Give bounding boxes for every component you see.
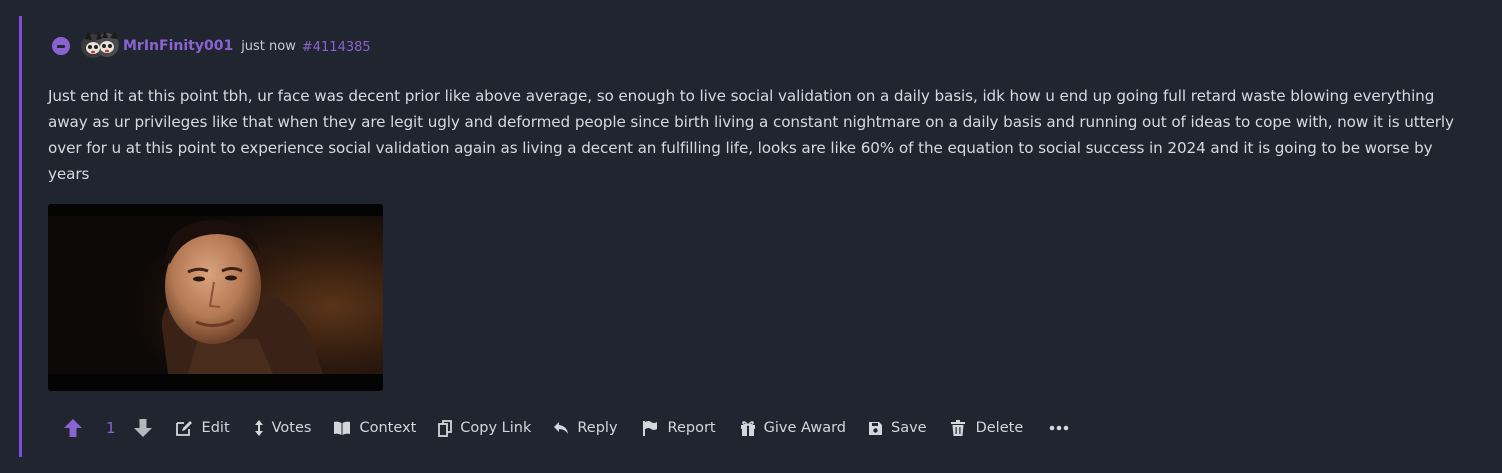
arrow-up-icon <box>64 419 82 437</box>
report-label: Report <box>667 420 716 436</box>
reply-icon <box>554 422 569 434</box>
copy-icon <box>438 419 453 437</box>
book-open-icon <box>334 421 351 435</box>
arrows-up-down-icon <box>254 420 263 436</box>
gift-icon <box>740 421 755 436</box>
copy-link-label: Copy Link <box>460 420 532 436</box>
comment: MrInFinity001 just now #4114385 Just end… <box>19 16 1482 457</box>
downvote-button[interactable] <box>132 417 154 439</box>
edit-label: Edit <box>201 420 230 436</box>
trash-icon <box>950 420 965 436</box>
save-icon <box>869 421 882 435</box>
delete-button[interactable]: Delete <box>950 420 1024 436</box>
vote-count: 1 <box>106 419 116 437</box>
minus-circle-icon <box>57 44 65 48</box>
timestamp: just now <box>241 38 296 54</box>
upvote-button[interactable] <box>62 417 84 439</box>
comment-gif[interactable] <box>48 204 383 391</box>
votes-button[interactable]: Votes <box>254 419 312 437</box>
context-label: Context <box>359 420 417 436</box>
copy-link-button[interactable]: Copy Link <box>438 419 532 437</box>
post-id-link[interactable]: #4114385 <box>302 40 371 55</box>
flag-icon <box>642 421 657 436</box>
collapse-button[interactable] <box>52 37 70 55</box>
votes-label: Votes <box>271 420 312 436</box>
comment-actions: 1 Edit Votes Context Copy Link Reply Rep… <box>62 413 1077 443</box>
comment-body: Just end it at this point tbh, ur face w… <box>48 87 1454 183</box>
save-button[interactable]: Save <box>868 420 927 436</box>
edit-button[interactable]: Edit <box>175 420 230 436</box>
context-button[interactable]: Context <box>333 420 416 436</box>
avatar[interactable] <box>80 29 120 63</box>
arrow-down-icon <box>133 419 152 437</box>
save-label: Save <box>891 420 927 436</box>
more-options-button[interactable] <box>1049 425 1077 431</box>
comment-header: MrInFinity001 just now #4114385 <box>52 31 371 61</box>
username[interactable]: MrInFinity001 <box>123 38 233 54</box>
give-award-label: Give Award <box>763 420 846 436</box>
reply-button[interactable]: Reply <box>553 420 618 436</box>
delete-label: Delete <box>975 420 1024 436</box>
report-button[interactable]: Report <box>642 420 716 436</box>
ellipsis-icon <box>1049 425 1069 431</box>
give-award-button[interactable]: Give Award <box>740 420 846 436</box>
reply-label: Reply <box>577 420 618 436</box>
edit-icon <box>175 421 192 436</box>
